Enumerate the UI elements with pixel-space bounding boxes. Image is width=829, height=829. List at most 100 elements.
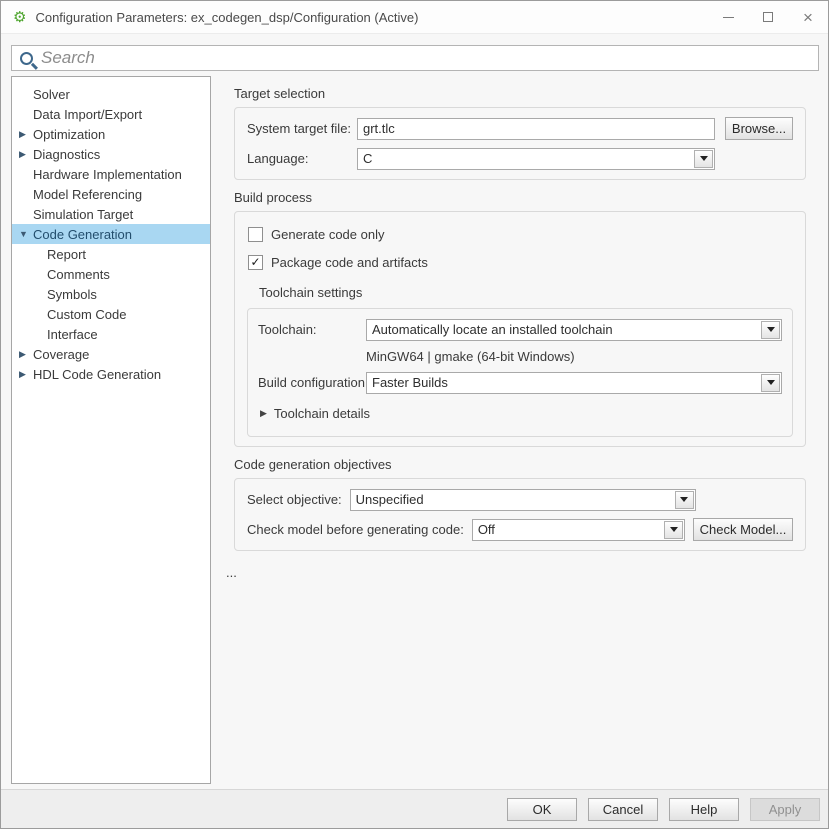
- sidebar-item-model-referencing[interactable]: Model Referencing: [12, 184, 210, 204]
- generate-code-only-row: Generate code only: [248, 224, 793, 244]
- generate-code-only-label: Generate code only: [271, 227, 384, 242]
- browse-button[interactable]: Browse...: [725, 117, 793, 140]
- check-model-button[interactable]: Check Model...: [693, 518, 793, 541]
- collapse-arrow-icon[interactable]: ▼: [19, 229, 33, 239]
- toolchain-details-label: Toolchain details: [274, 406, 370, 421]
- checkmark-icon: ✓: [250, 256, 260, 268]
- sidebar-item-optimization[interactable]: ▶Optimization: [12, 124, 210, 144]
- help-button[interactable]: Help: [669, 798, 739, 821]
- toolchain-settings-group: Toolchain: Automatically locate an insta…: [247, 308, 793, 437]
- system-target-file-label: System target file:: [247, 121, 347, 136]
- sidebar-item-code-generation[interactable]: ▼Code Generation: [12, 224, 210, 244]
- dropdown-arrow-button[interactable]: [675, 491, 694, 509]
- expand-arrow-icon: ▶: [260, 408, 267, 419]
- build-process-heading: Build process: [234, 190, 806, 205]
- sidebar-item-label: Simulation Target: [33, 207, 133, 222]
- code-generation-objectives-group: Select objective: Unspecified Check mode…: [234, 478, 806, 551]
- sidebar-item-custom-code[interactable]: Custom Code: [12, 304, 210, 324]
- close-icon: ×: [803, 9, 813, 26]
- sidebar-item-comments[interactable]: Comments: [12, 264, 210, 284]
- generate-code-only-checkbox[interactable]: [248, 227, 263, 242]
- search-box[interactable]: [11, 45, 819, 71]
- sidebar-item-label: Symbols: [47, 287, 97, 302]
- more-content-ellipsis: ...: [226, 565, 806, 580]
- expand-arrow-icon[interactable]: ▶: [19, 349, 33, 360]
- window-title: Configuration Parameters: ex_codegen_dsp…: [35, 10, 418, 25]
- sidebar-item-label: Hardware Implementation: [33, 167, 182, 182]
- maximize-button[interactable]: [748, 1, 788, 33]
- package-code-label: Package code and artifacts: [271, 255, 428, 270]
- language-select[interactable]: C: [357, 148, 715, 170]
- dropdown-arrow-button[interactable]: [664, 521, 683, 539]
- sidebar-item-label: Code Generation: [33, 227, 132, 242]
- ok-button[interactable]: OK: [507, 798, 577, 821]
- dropdown-arrow-button[interactable]: [761, 321, 780, 339]
- expand-arrow-icon[interactable]: ▶: [19, 149, 33, 160]
- close-button[interactable]: ×: [788, 1, 828, 33]
- sidebar-item-label: Custom Code: [47, 307, 126, 322]
- toolchain-label: Toolchain:: [258, 322, 366, 337]
- sidebar-item-simulation-target[interactable]: Simulation Target: [12, 204, 210, 224]
- language-selected-value: C: [358, 151, 693, 166]
- toolchain-selected-value: Automatically locate an installed toolch…: [367, 322, 760, 337]
- toolchain-select[interactable]: Automatically locate an installed toolch…: [366, 319, 782, 341]
- code-generation-objectives-heading: Code generation objectives: [234, 457, 806, 472]
- language-label: Language:: [247, 151, 347, 166]
- sidebar-item-label: Data Import/Export: [33, 107, 142, 122]
- sidebar-item-symbols[interactable]: Symbols: [12, 284, 210, 304]
- search-icon: [20, 52, 33, 65]
- sidebar-item-interface[interactable]: Interface: [12, 324, 210, 344]
- build-process-group: Generate code only ✓ Package code and ar…: [234, 211, 806, 447]
- sidebar-item-label: Diagnostics: [33, 147, 100, 162]
- title-bar: ⚙ Configuration Parameters: ex_codegen_d…: [1, 1, 828, 34]
- package-code-row: ✓ Package code and artifacts: [248, 252, 793, 272]
- window-controls: ×: [708, 1, 828, 33]
- dropdown-arrow-button[interactable]: [761, 374, 780, 392]
- minimize-icon: [723, 17, 734, 18]
- sidebar-item-label: Comments: [47, 267, 110, 282]
- build-configuration-select[interactable]: Faster Builds: [366, 372, 782, 394]
- chevron-down-icon: [680, 497, 688, 502]
- apply-button[interactable]: Apply: [750, 798, 820, 821]
- select-objective-select[interactable]: Unspecified: [350, 489, 696, 511]
- target-selection-heading: Target selection: [234, 86, 806, 101]
- sidebar-item-coverage[interactable]: ▶Coverage: [12, 344, 210, 364]
- toolchain-details-expander[interactable]: ▶ Toolchain details: [260, 406, 782, 421]
- sidebar-item-label: Model Referencing: [33, 187, 142, 202]
- check-model-select[interactable]: Off: [472, 519, 685, 541]
- chevron-down-icon: [700, 156, 708, 161]
- sidebar-item-solver[interactable]: Solver: [12, 84, 210, 104]
- sidebar-item-hardware-implementation[interactable]: Hardware Implementation: [12, 164, 210, 184]
- sidebar-item-label: Solver: [33, 87, 70, 102]
- sidebar-item-label: Optimization: [33, 127, 105, 142]
- build-configuration-selected-value: Faster Builds: [367, 375, 760, 390]
- expand-arrow-icon[interactable]: ▶: [19, 129, 33, 140]
- sidebar-item-label: HDL Code Generation: [33, 367, 161, 382]
- expand-arrow-icon[interactable]: ▶: [19, 369, 33, 380]
- maximize-icon: [763, 12, 773, 22]
- toolchain-info-text: MinGW64 | gmake (64-bit Windows): [366, 349, 575, 364]
- package-code-checkbox[interactable]: ✓: [248, 255, 263, 270]
- simulink-config-gear-icon: ⚙: [13, 10, 26, 25]
- sidebar-item-label: Interface: [47, 327, 98, 342]
- dropdown-arrow-button[interactable]: [694, 150, 713, 168]
- check-model-label: Check model before generating code:: [247, 522, 464, 537]
- sidebar-item-data-import-export[interactable]: Data Import/Export: [12, 104, 210, 124]
- dialog-button-bar: OK Cancel Help Apply: [1, 789, 828, 828]
- select-objective-label: Select objective:: [247, 492, 342, 507]
- minimize-button[interactable]: [708, 1, 748, 33]
- system-target-file-input[interactable]: [357, 118, 715, 140]
- chevron-down-icon: [767, 327, 775, 332]
- sidebar-item-hdl-code-generation[interactable]: ▶HDL Code Generation: [12, 364, 210, 384]
- target-selection-group: System target file: Browse... Language: …: [234, 107, 806, 180]
- cancel-button[interactable]: Cancel: [588, 798, 658, 821]
- sidebar-item-report[interactable]: Report: [12, 244, 210, 264]
- build-configuration-label: Build configuration:: [258, 375, 366, 390]
- sidebar-item-label: Report: [47, 247, 86, 262]
- code-generation-pane: Target selection System target file: Bro…: [223, 76, 806, 580]
- configuration-parameters-dialog: ⚙ Configuration Parameters: ex_codegen_d…: [0, 0, 829, 829]
- search-input[interactable]: [41, 48, 818, 68]
- select-objective-selected-value: Unspecified: [351, 492, 674, 507]
- sidebar-item-diagnostics[interactable]: ▶Diagnostics: [12, 144, 210, 164]
- chevron-down-icon: [670, 527, 678, 532]
